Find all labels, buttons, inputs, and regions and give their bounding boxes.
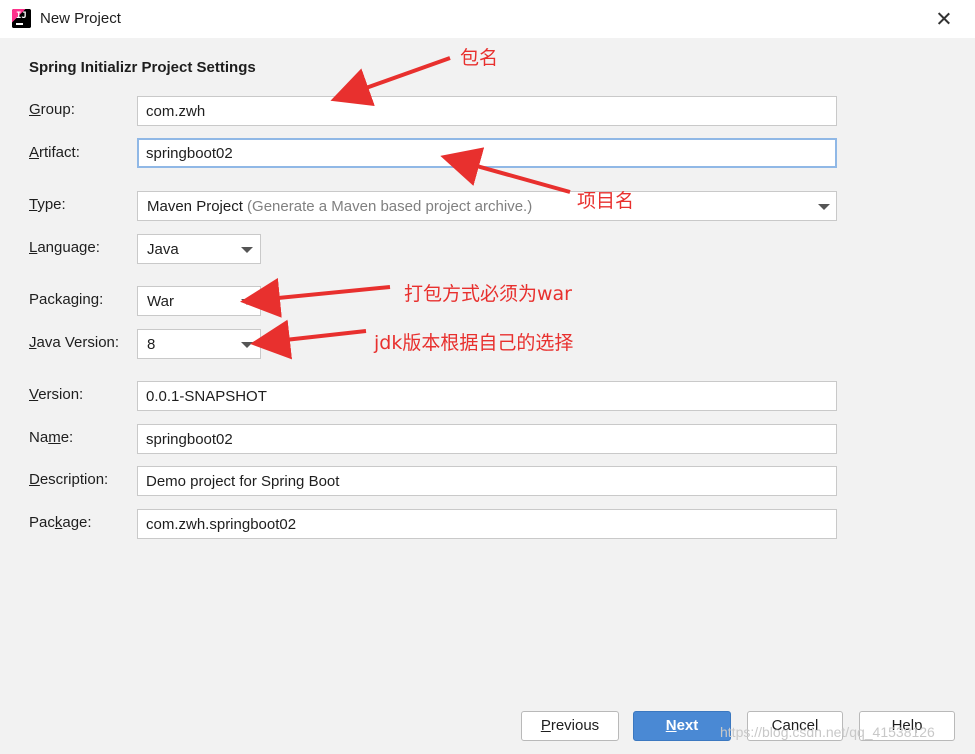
chevron-down-icon [241,299,253,305]
language-label: Language: [29,239,100,256]
java-version-annotation: jdk版本根据自己的选择 [374,332,574,354]
description-label: Description: [29,471,109,488]
type-select[interactable]: Maven Project (Generate a Maven based pr… [137,191,837,221]
group-annotation-arrow [330,56,451,107]
chevron-down-icon [818,204,830,210]
chevron-down-icon [241,247,253,253]
chevron-down-icon [241,342,253,348]
previous-button[interactable]: Previous [521,711,619,741]
packaging-label: Packaging: [29,291,104,308]
title-bar: IJ New Project [0,0,975,38]
packaging-select[interactable]: War [137,286,261,316]
description-field[interactable]: Demo project for Spring Boot [137,466,837,496]
section-title: Spring Initializr Project Settings [29,59,256,76]
packaging-annotation-arrow [240,277,391,318]
java-version-select-value: 8 [147,336,156,353]
version-label: Version: [29,386,84,403]
type-select-hint: (Generate a Maven based project archive.… [247,198,533,215]
language-select[interactable]: Java [137,234,261,264]
type-select-value: Maven Project [147,198,243,215]
artifact-annotation: 项目名 [577,190,635,212]
type-label: Type: [29,196,66,213]
window-title: New Project [40,10,121,27]
java-version-annotation-arrow [250,319,367,360]
name-label: Name: [29,429,74,446]
artifact-field[interactable]: springboot02 [137,138,837,168]
group-field[interactable]: com.zwh [137,96,837,126]
java-version-select[interactable]: 8 [137,329,261,359]
java-version-label: Java Version: [29,334,120,351]
packaging-select-value: War [147,293,174,310]
group-annotation: 包名 [460,47,499,69]
next-button[interactable]: Next [633,711,731,741]
package-field[interactable]: com.zwh.springboot02 [137,509,837,539]
close-icon[interactable] [930,4,958,32]
artifact-label: Artifact: [29,144,80,161]
package-label: Package: [29,514,92,531]
watermark: https://blog.csdn.net/qq_41538126 [720,724,935,740]
name-field[interactable]: springboot02 [137,424,837,454]
group-label: Group: [29,101,75,118]
version-field[interactable]: 0.0.1-SNAPSHOT [137,381,837,411]
intellij-idea-icon: IJ [12,9,31,28]
language-select-value: Java [147,241,179,258]
packaging-annotation: 打包方式必须为war [404,283,572,305]
